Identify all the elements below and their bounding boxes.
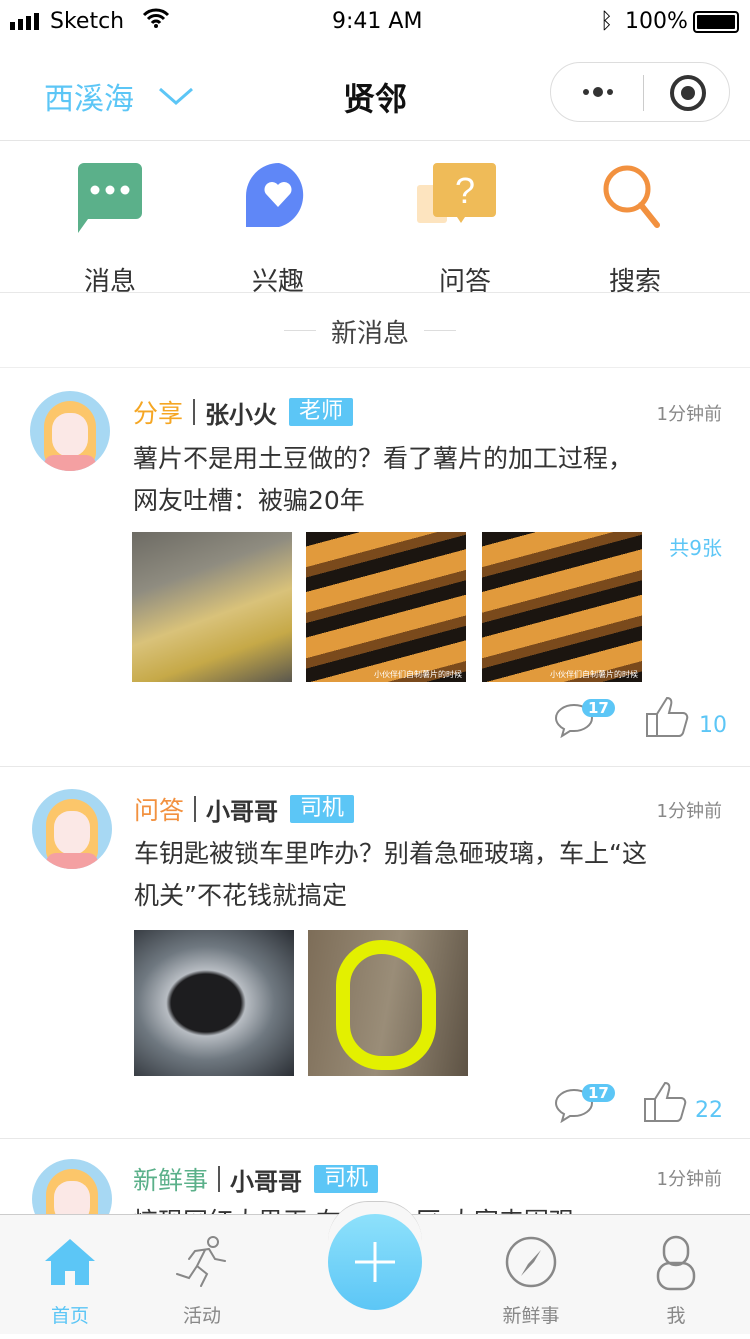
battery-icon <box>693 11 739 33</box>
tab-label: 首页 <box>50 1305 89 1327</box>
section-title: 新消息 <box>330 319 409 349</box>
comment-count: 17 <box>582 1084 615 1102</box>
section-header: 新消息 <box>0 293 750 368</box>
user-icon <box>656 1235 696 1291</box>
comment-button[interactable]: 17 <box>554 699 615 744</box>
tab-bar: 首页 活动 新鲜事 我 <box>0 1201 750 1334</box>
thumbs-up-icon <box>646 696 689 737</box>
tab-label: 新鲜事 <box>502 1305 560 1327</box>
post-user[interactable]: 小哥哥 <box>230 1162 302 1197</box>
signal-icon <box>10 13 39 30</box>
user-tag: 老师 <box>289 398 354 426</box>
carrier: Sketch <box>50 9 125 34</box>
tab-me[interactable]: 我 <box>621 1235 731 1327</box>
post-user[interactable]: 张小火 <box>205 395 277 430</box>
post-header: 分享 张小火 老师 <box>133 395 354 430</box>
like-count: 22 <box>695 1098 723 1123</box>
status-bar: Sketch 9:41 AM ᛒ 100% <box>0 0 750 44</box>
post-text[interactable]: 车钥匙被锁车里咋办？别着急砸玻璃，车上“这机关”不花钱就搞定 <box>134 833 654 917</box>
image-count[interactable]: 共9张 <box>669 532 722 561</box>
post-time: 1分钟前 <box>656 1169 722 1190</box>
clock: 9:41 AM <box>332 9 423 34</box>
question-bubble-icon: ? <box>417 163 496 223</box>
post-category: 新鲜事 <box>133 1166 209 1195</box>
capsule-menu <box>550 62 730 122</box>
user-tag: 司机 <box>290 795 355 823</box>
tab-news[interactable]: 新鲜事 <box>476 1235 586 1327</box>
post-category: 问答 <box>134 796 185 825</box>
post-category: 分享 <box>133 399 184 428</box>
post-card[interactable]: 分享 张小火 老师 1分钟前 薯片不是用土豆做的？看了薯片的加工过程，网友吐槽：… <box>0 368 750 767</box>
bluetooth-icon: ᛒ <box>600 9 614 34</box>
post-card[interactable]: 问答 小哥哥 司机 1分钟前 车钥匙被锁车里咋办？别着急砸玻璃，车上“这机关”不… <box>0 767 750 1139</box>
capsule-divider <box>643 75 644 111</box>
image-caption: 小伙伴们自制薯片的时候 <box>550 670 638 679</box>
post-image[interactable]: 小伙伴们自制薯片的时候 <box>482 532 642 682</box>
like-button[interactable]: 10 <box>645 696 727 738</box>
post-image[interactable] <box>132 532 292 682</box>
plus-icon <box>355 1242 395 1282</box>
nav-bar: 西溪海 贤邻 <box>0 44 750 141</box>
svg-text:?: ? <box>455 170 475 211</box>
post-text[interactable]: 薯片不是用土豆做的？看了薯片的加工过程，网友吐槽：被骗20年 <box>133 438 653 522</box>
thumbs-up-icon <box>644 1081 687 1122</box>
tab-label: 活动 <box>182 1305 221 1327</box>
home-icon <box>45 1239 95 1285</box>
like-button[interactable]: 22 <box>643 1081 723 1123</box>
post-time: 1分钟前 <box>656 404 722 425</box>
wifi-icon <box>142 8 170 34</box>
user-tag: 司机 <box>314 1165 379 1193</box>
tab-home[interactable]: 首页 <box>15 1235 125 1327</box>
tab-activity[interactable]: 活动 <box>147 1235 257 1327</box>
image-caption: 小伙伴们自制薯片的时候 <box>374 670 462 679</box>
like-count: 10 <box>699 713 727 738</box>
heart-bubble-icon <box>246 163 304 227</box>
tab-label: 我 <box>666 1305 686 1327</box>
post-header: 问答 小哥哥 司机 <box>134 792 355 827</box>
post-image[interactable]: 小伙伴们自制薯片的时候 <box>306 532 466 682</box>
post-time: 1分钟前 <box>656 801 722 822</box>
comment-button[interactable]: 17 <box>554 1084 615 1129</box>
search-icon <box>603 165 660 228</box>
avatar[interactable] <box>30 391 110 471</box>
chat-bubble-icon <box>78 163 142 233</box>
close-target-icon[interactable] <box>670 75 706 111</box>
more-icon[interactable] <box>583 87 613 97</box>
post-image[interactable] <box>308 930 468 1076</box>
avatar[interactable] <box>32 789 112 869</box>
compass-icon <box>505 1236 557 1288</box>
running-icon <box>176 1236 226 1287</box>
post-image[interactable] <box>134 930 294 1076</box>
post-header: 新鲜事 小哥哥 司机 <box>133 1162 379 1197</box>
post-user[interactable]: 小哥哥 <box>206 792 278 827</box>
comment-count: 17 <box>582 699 615 717</box>
quick-menu: 消息 兴趣 ? 问答 搜索 <box>0 141 750 297</box>
battery-percent: 100% <box>625 9 688 34</box>
add-post-button[interactable] <box>328 1214 422 1310</box>
